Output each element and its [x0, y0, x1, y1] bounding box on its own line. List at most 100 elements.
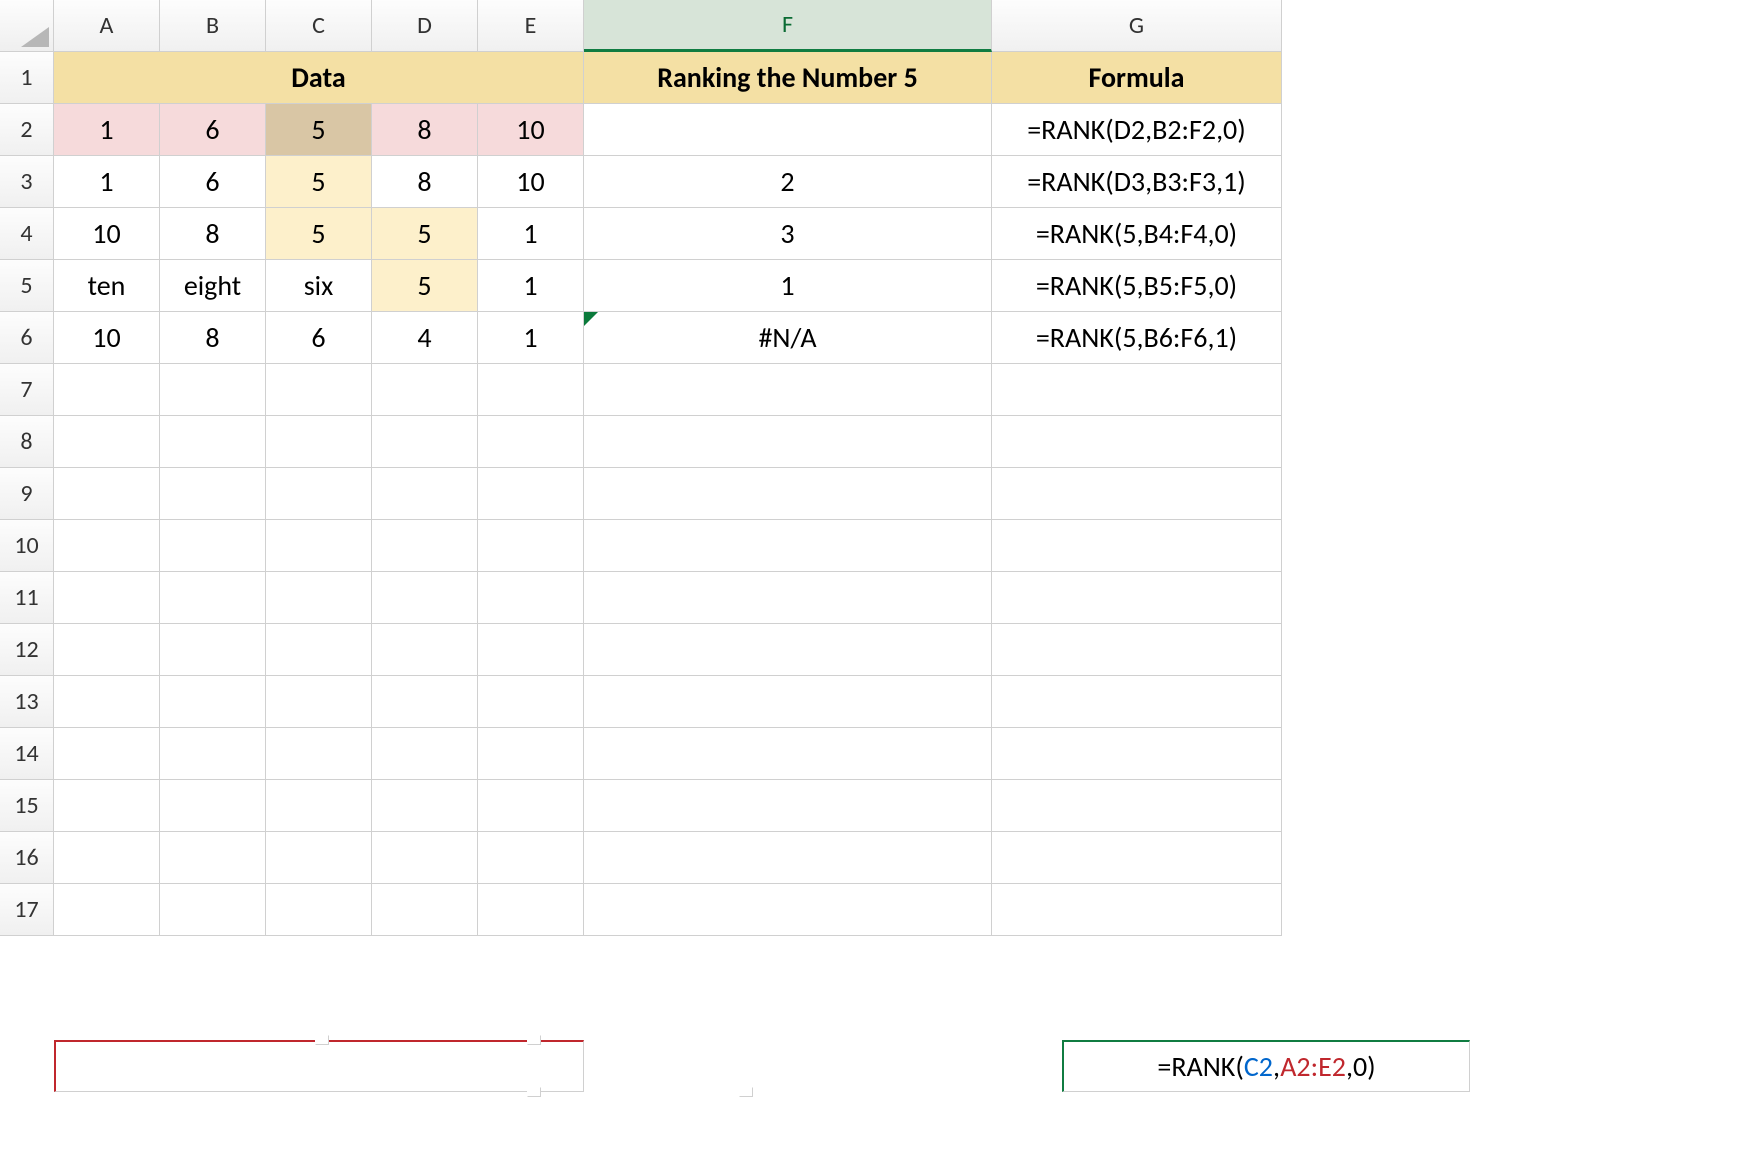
cell-C12[interactable] — [266, 624, 372, 676]
cell-E5[interactable]: 1 — [478, 260, 584, 312]
cell-B3[interactable]: 6 — [160, 156, 266, 208]
cell-B12[interactable] — [160, 624, 266, 676]
col-header-B[interactable]: B — [160, 0, 266, 52]
cell-A3[interactable]: 1 — [54, 156, 160, 208]
row-header-16[interactable]: 16 — [0, 832, 54, 884]
cell-B14[interactable] — [160, 728, 266, 780]
row-header-12[interactable]: 12 — [0, 624, 54, 676]
cell-C15[interactable] — [266, 780, 372, 832]
cell-F8[interactable] — [584, 416, 992, 468]
cell-D13[interactable] — [372, 676, 478, 728]
cell-G11[interactable] — [992, 572, 1282, 624]
cell-E14[interactable] — [478, 728, 584, 780]
cell-F11[interactable] — [584, 572, 992, 624]
col-header-C[interactable]: C — [266, 0, 372, 52]
row-header-13[interactable]: 13 — [0, 676, 54, 728]
cell-B10[interactable] — [160, 520, 266, 572]
cell-F15[interactable] — [584, 780, 992, 832]
col-header-F[interactable]: F — [584, 0, 992, 52]
cell-C3[interactable]: 5 — [266, 156, 372, 208]
cell-D12[interactable] — [372, 624, 478, 676]
cell-B16[interactable] — [160, 832, 266, 884]
cell-G9[interactable] — [992, 468, 1282, 520]
cell-F6[interactable]: #N/A — [584, 312, 992, 364]
cell-E9[interactable] — [478, 468, 584, 520]
cell-B15[interactable] — [160, 780, 266, 832]
cell-D5[interactable]: 5 — [372, 260, 478, 312]
cell-D3[interactable]: 8 — [372, 156, 478, 208]
col-header-A[interactable]: A — [54, 0, 160, 52]
header-ranking[interactable]: Ranking the Number 5 — [584, 52, 992, 104]
cell-G13[interactable] — [992, 676, 1282, 728]
cell-A13[interactable] — [54, 676, 160, 728]
row-header-2[interactable]: 2 — [0, 104, 54, 156]
cell-E2[interactable]: 10 — [478, 104, 584, 156]
row-header-11[interactable]: 11 — [0, 572, 54, 624]
cell-G2[interactable]: =RANK(D2,B2:F2,0) — [992, 104, 1282, 156]
col-header-D[interactable]: D — [372, 0, 478, 52]
cell-F12[interactable] — [584, 624, 992, 676]
row-header-17[interactable]: 17 — [0, 884, 54, 936]
cell-D10[interactable] — [372, 520, 478, 572]
cell-A6[interactable]: 10 — [54, 312, 160, 364]
cell-A8[interactable] — [54, 416, 160, 468]
cell-G15[interactable] — [992, 780, 1282, 832]
cell-F5[interactable]: 1 — [584, 260, 992, 312]
col-header-E[interactable]: E — [478, 0, 584, 52]
cell-C16[interactable] — [266, 832, 372, 884]
cell-C2[interactable]: 5 — [266, 104, 372, 156]
cell-F14[interactable] — [584, 728, 992, 780]
cell-G5[interactable]: =RANK(5,B5:F5,0) — [992, 260, 1282, 312]
active-cell-editor[interactable]: =RANK(C2,A2:E2,0) — [1062, 1040, 1470, 1092]
cell-C14[interactable] — [266, 728, 372, 780]
cell-C4[interactable]: 5 — [266, 208, 372, 260]
error-indicator-icon[interactable] — [584, 312, 598, 326]
cell-F13[interactable] — [584, 676, 992, 728]
header-formula[interactable]: Formula — [992, 52, 1282, 104]
cell-F3[interactable]: 2 — [584, 156, 992, 208]
cell-B9[interactable] — [160, 468, 266, 520]
cell-D6[interactable]: 4 — [372, 312, 478, 364]
cell-G4[interactable]: =RANK(5,B4:F4,0) — [992, 208, 1282, 260]
cell-G17[interactable] — [992, 884, 1282, 936]
select-all-corner[interactable] — [0, 0, 54, 52]
cell-F7[interactable] — [584, 364, 992, 416]
cell-D7[interactable] — [372, 364, 478, 416]
cell-G7[interactable] — [992, 364, 1282, 416]
cell-B17[interactable] — [160, 884, 266, 936]
cell-C11[interactable] — [266, 572, 372, 624]
cell-F2[interactable] — [584, 104, 992, 156]
cell-E16[interactable] — [478, 832, 584, 884]
cell-A2[interactable]: 1 — [54, 104, 160, 156]
cell-G14[interactable] — [992, 728, 1282, 780]
row-header-7[interactable]: 7 — [0, 364, 54, 416]
cell-D11[interactable] — [372, 572, 478, 624]
cell-A11[interactable] — [54, 572, 160, 624]
row-header-15[interactable]: 15 — [0, 780, 54, 832]
cell-A15[interactable] — [54, 780, 160, 832]
cell-A14[interactable] — [54, 728, 160, 780]
cell-F9[interactable] — [584, 468, 992, 520]
cell-F4[interactable]: 3 — [584, 208, 992, 260]
cell-E8[interactable] — [478, 416, 584, 468]
cell-C9[interactable] — [266, 468, 372, 520]
cell-E6[interactable]: 1 — [478, 312, 584, 364]
spreadsheet-grid[interactable]: A B C D E F G 1 Data Ranking the Number … — [0, 0, 1282, 988]
cell-E13[interactable] — [478, 676, 584, 728]
cell-A4[interactable]: 10 — [54, 208, 160, 260]
range-handle-icon[interactable] — [739, 1087, 753, 1097]
cell-D14[interactable] — [372, 728, 478, 780]
cell-E12[interactable] — [478, 624, 584, 676]
row-header-10[interactable]: 10 — [0, 520, 54, 572]
cell-A9[interactable] — [54, 468, 160, 520]
range-handle-icon[interactable] — [527, 1087, 541, 1097]
row-header-3[interactable]: 3 — [0, 156, 54, 208]
cell-D2[interactable]: 8 — [372, 104, 478, 156]
cell-G12[interactable] — [992, 624, 1282, 676]
cell-D8[interactable] — [372, 416, 478, 468]
cell-E4[interactable]: 1 — [478, 208, 584, 260]
col-header-G[interactable]: G — [992, 0, 1282, 52]
cell-E7[interactable] — [478, 364, 584, 416]
cell-D16[interactable] — [372, 832, 478, 884]
cell-B13[interactable] — [160, 676, 266, 728]
